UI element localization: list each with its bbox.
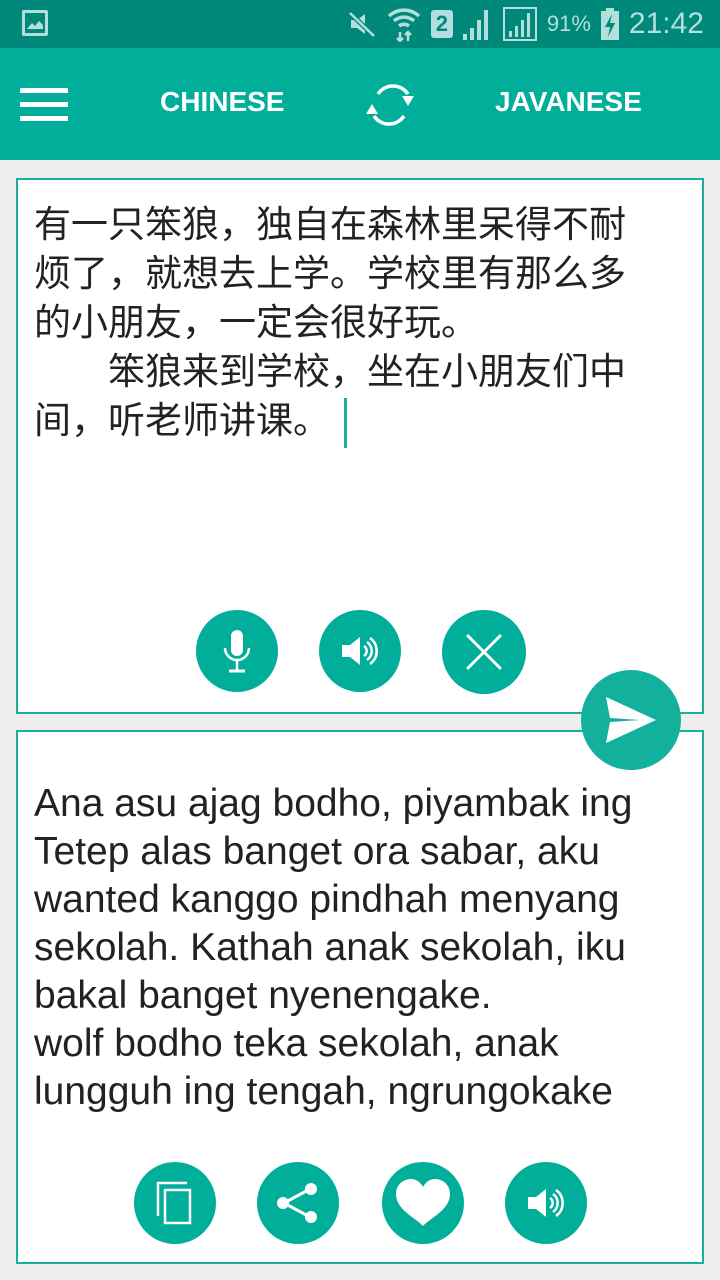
copy-button[interactable]	[134, 1162, 216, 1244]
speak-translation-button[interactable]	[505, 1162, 587, 1244]
signal-icon-2	[502, 7, 537, 41]
translate-button[interactable]	[581, 670, 681, 770]
microphone-icon	[223, 630, 251, 673]
wifi-icon	[387, 8, 421, 42]
signal-icon	[462, 10, 488, 40]
close-icon	[465, 633, 503, 671]
swap-languages-icon[interactable]	[356, 72, 426, 138]
text-cursor	[344, 397, 347, 448]
mute-icon	[348, 11, 376, 38]
send-icon	[606, 697, 656, 743]
status-bar: 2 91% 21:42	[0, 0, 720, 48]
heart-icon	[396, 1179, 450, 1226]
source-text-content: 有一只笨狼，独自在森林里呆得不耐烦了，就想去上学。学校里有那么多的小朋友，一定会…	[34, 203, 626, 442]
favorite-button[interactable]	[382, 1162, 464, 1244]
source-language-button[interactable]: CHINESE	[160, 86, 284, 118]
microphone-button[interactable]	[196, 610, 278, 692]
sim2-icon: 2	[430, 10, 453, 38]
share-button[interactable]	[257, 1162, 339, 1244]
translated-text: Ana asu ajag bodho, piyambak ing Tetep a…	[34, 782, 633, 1113]
speaker-icon	[528, 1188, 564, 1218]
speak-source-button[interactable]	[319, 610, 401, 692]
translation-panel: Ana asu ajag bodho, piyambak ing Tetep a…	[16, 730, 704, 1264]
toolbar: CHINESE JAVANESE	[0, 48, 720, 160]
copy-icon	[156, 1181, 192, 1225]
battery-percentage: 91%	[546, 11, 591, 36]
share-icon	[277, 1183, 317, 1223]
clear-button[interactable]	[442, 610, 526, 694]
clock: 21:42	[628, 7, 704, 40]
gallery-icon	[22, 10, 48, 36]
target-language-button[interactable]: JAVANESE	[495, 86, 642, 118]
source-text-input[interactable]: 有一只笨狼，独自在森林里呆得不耐烦了，就想去上学。学校里有那么多的小朋友，一定会…	[34, 200, 662, 448]
source-text-panel: 有一只笨狼，独自在森林里呆得不耐烦了，就想去上学。学校里有那么多的小朋友，一定会…	[16, 178, 704, 714]
hamburger-menu-icon[interactable]	[20, 88, 68, 122]
speaker-icon	[342, 636, 378, 666]
battery-charging-icon	[600, 8, 619, 40]
